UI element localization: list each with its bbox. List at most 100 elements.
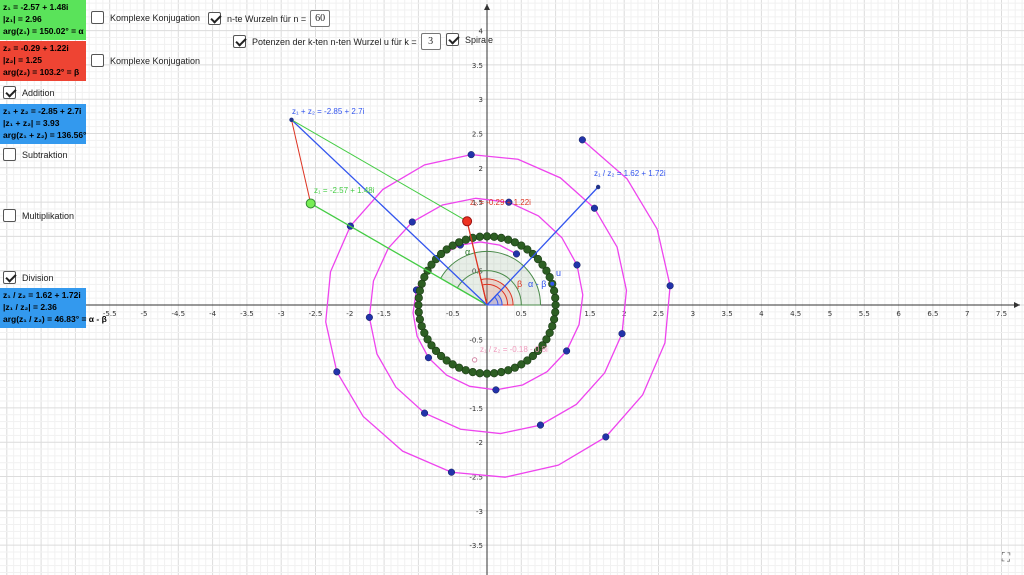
konjugation-z2-label: Komplexe Konjugation (110, 55, 201, 66)
wurzeln-box[interactable] (208, 12, 221, 25)
spirale-checkbox[interactable]: Spirale (446, 33, 493, 46)
x-tick-label: -2 (346, 310, 353, 318)
graphics-view[interactable]: -5.5-5-4.5-4-3.5-3-2.5-2-1.5-1-0.50.511.… (0, 0, 1024, 575)
x-tick-label: -0.5 (446, 310, 460, 318)
root-point (415, 315, 424, 324)
label-quot: z₁ / z₂ = 1.62 + 1.72i (594, 169, 666, 178)
root-point (475, 232, 484, 241)
x-tick-label: -5 (141, 310, 148, 318)
root-point (414, 293, 423, 302)
label-u: u (556, 268, 561, 278)
root-point (461, 366, 470, 375)
konjugation-z2-checkbox[interactable]: Komplexe Konjugation (91, 54, 200, 67)
label-z1: z₁ = -2.57 + 1.48i (314, 186, 375, 195)
root-point (551, 300, 560, 310)
label-sum: z₁ + z₂ = -2.85 + 2.7i (292, 107, 365, 116)
root-point (548, 322, 557, 331)
x-tick-label: 6 (896, 310, 901, 318)
label-z2: z₂ = -0.29 + 1.22i (470, 198, 531, 207)
spiral-point (578, 136, 586, 144)
point-sum (289, 117, 294, 122)
k-input[interactable]: 3 (420, 33, 441, 50)
x-tick-label: 4 (759, 310, 764, 318)
root-point (417, 279, 426, 288)
info-z2[interactable]: z₂ = -0.29 + 1.22i |z₂| = 1.25 arg(z₂) =… (0, 41, 86, 81)
n-input[interactable]: 60 (310, 10, 331, 27)
y-tick-label: 2 (479, 165, 483, 173)
x-tick-label: -1.5 (377, 310, 391, 318)
info-addition[interactable]: z₁ + z₂ = -2.85 + 2.7i |z₁ + z₂| = 3.93 … (0, 104, 86, 144)
addition-box[interactable] (3, 86, 16, 99)
root-point (550, 315, 559, 324)
info-quot-arg: arg(z₁ / z₂) = 46.83° = α - β (3, 314, 107, 324)
point-quot (595, 184, 601, 190)
addition-label: Addition (22, 87, 55, 98)
addition-checkbox[interactable]: Addition (3, 86, 55, 99)
potenzen-box[interactable] (233, 35, 246, 48)
angle-arcs (439, 251, 542, 306)
point-z2 (462, 216, 473, 227)
spiral-point (447, 468, 456, 476)
wurzeln-checkbox[interactable]: n-te Wurzeln für n = 60 (208, 10, 331, 27)
division-label: Division (22, 272, 54, 283)
subtraktion-box[interactable] (3, 148, 16, 161)
spiral-point (536, 421, 545, 429)
multiplikation-box[interactable] (3, 209, 16, 222)
info-sum-abs: |z₁ + z₂| = 3.93 (3, 118, 60, 128)
subtraktion-label: Subtraktion (22, 149, 68, 160)
info-z1-abs: |z₁| = 2.96 (3, 14, 42, 24)
x-tick-label: -3.5 (240, 310, 254, 318)
x-tick-label: 3 (691, 310, 695, 318)
spiral-point (618, 330, 626, 338)
spiral-point (421, 409, 429, 417)
division-checkbox[interactable]: Division (3, 271, 54, 284)
info-sum-arg: arg(z₁ + z₂) = 136.56° (3, 130, 87, 140)
x-tick-label: 3.5 (722, 310, 733, 318)
info-z1[interactable]: z₁ = -2.57 + 1.48i |z₁| = 2.96 arg(z₁) =… (0, 0, 86, 40)
root-point (551, 308, 560, 317)
root-point (468, 368, 477, 377)
root-point (482, 232, 492, 241)
x-tick-label: -2.5 (309, 310, 323, 318)
y-tick-label: -3 (476, 508, 483, 516)
info-z2-abs: |z₂| = 1.25 (3, 55, 43, 65)
spirale-label: Spirale (465, 34, 494, 45)
fullscreen-icon[interactable]: ⛶ (998, 549, 1014, 565)
konjugation-z2-box[interactable] (91, 54, 104, 67)
root-point (414, 308, 423, 317)
spiral-point (467, 151, 475, 159)
spirale-box[interactable] (446, 33, 459, 46)
spiral-point (666, 282, 674, 290)
root-point (414, 300, 423, 310)
spiral-point (590, 204, 599, 212)
info-quot-abs: |z₁ / z₂| = 2.36 (3, 302, 57, 312)
spiral-point (602, 433, 610, 441)
root-point (504, 235, 513, 244)
info-division[interactable]: z₁ / z₂ = 1.62 + 1.72i |z₁ / z₂| = 2.36 … (0, 288, 107, 328)
y-tick-label: -3.5 (469, 542, 483, 550)
division-box[interactable] (3, 271, 16, 284)
spiral-point (512, 250, 521, 258)
root-point (415, 286, 424, 295)
x-tick-label: 5.5 (859, 310, 870, 318)
x-tick-label: 2.5 (653, 310, 664, 318)
y-tick-label: -1.5 (469, 405, 483, 413)
konjugation-z1-checkbox[interactable]: Komplexe Konjugation (91, 11, 200, 24)
subtraktion-checkbox[interactable]: Subtraktion (3, 148, 68, 161)
multiplikation-checkbox[interactable]: Multiplikation (3, 209, 74, 222)
parallelogram-edge (291, 119, 312, 204)
x-tick-label: 5 (828, 310, 832, 318)
parallelogram-edge (291, 119, 468, 222)
point-inv (472, 357, 478, 363)
potenzen-checkbox[interactable]: Potenzen der k-ten n-ten Wurzel u für k … (233, 33, 441, 50)
root-point (497, 233, 506, 242)
point-z1 (305, 198, 316, 209)
x-tick-label: 0.5 (516, 310, 527, 318)
x-tick-label: -4 (209, 310, 217, 318)
konjugation-z1-box[interactable] (91, 11, 104, 24)
info-z1-arg: arg(z₁) = 150.02° = α (3, 26, 84, 36)
label-alpha-minus-beta: α - β (528, 279, 546, 289)
spiral-point (424, 354, 433, 362)
multiplikation-label: Multiplikation (22, 210, 75, 221)
x-tick-label: -3 (278, 310, 285, 318)
